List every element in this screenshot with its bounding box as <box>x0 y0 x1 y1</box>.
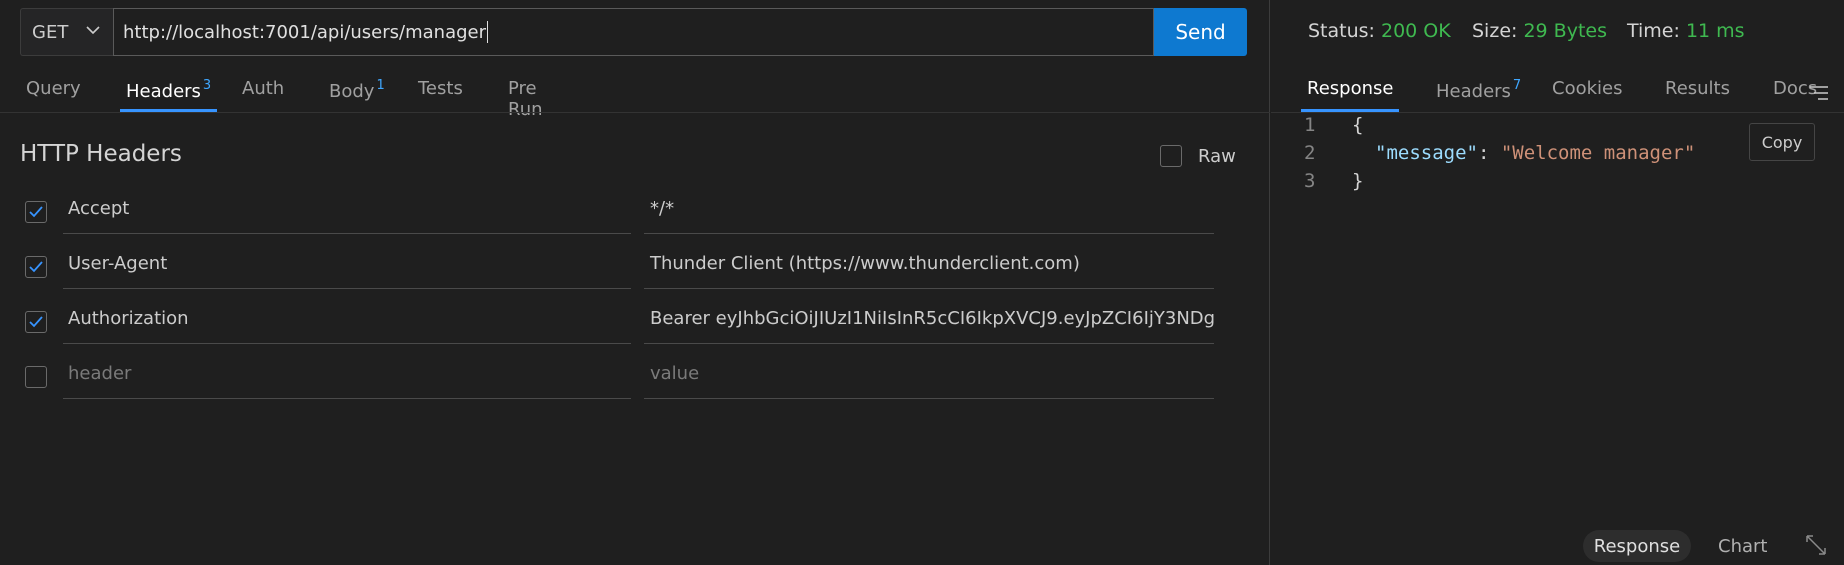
tab-cookies[interactable]: Cookies <box>1552 74 1622 112</box>
tab-response-headers[interactable]: Headers 7 <box>1436 74 1521 112</box>
send-button[interactable]: Send <box>1154 8 1247 56</box>
header-checkbox[interactable] <box>25 201 47 223</box>
time-value: 11 ms <box>1685 20 1745 42</box>
tab-divider <box>0 112 1270 113</box>
header-row: User-Agent Thunder Client (https://www.t… <box>24 243 1214 289</box>
header-key: Accept <box>68 198 130 219</box>
status-info: Status: 200 OK <box>1308 20 1451 42</box>
json-line: "message": "Welcome manager" <box>1375 142 1695 164</box>
check-icon <box>29 206 43 218</box>
time-info: Time: 11 ms <box>1627 20 1745 42</box>
tab-query[interactable]: Query <box>26 74 81 112</box>
response-panel: Status: 200 OK Size: 29 Bytes Time: 11 m… <box>1271 0 1844 565</box>
tab-divider <box>1271 112 1844 113</box>
chevron-down-icon <box>86 26 100 35</box>
header-row: Authorization Bearer eyJhbGciOiJIUzI1NiI… <box>24 298 1214 344</box>
line-number: 2 <box>1304 142 1316 164</box>
status-label: Status: <box>1308 20 1375 42</box>
menu-icon[interactable] <box>1808 84 1830 102</box>
json-key: "message" <box>1375 142 1478 164</box>
method-value: GET <box>32 21 69 43</box>
json-close-brace: } <box>1352 170 1364 192</box>
tab-label: Body <box>329 81 375 102</box>
header-key: Authorization <box>68 308 189 329</box>
bottom-tab-chart[interactable]: Chart <box>1718 530 1767 562</box>
copy-button[interactable]: Copy <box>1749 123 1815 161</box>
json-colon: : <box>1477 142 1501 164</box>
header-value-field[interactable]: value <box>644 353 1214 399</box>
header-key-placeholder: header <box>68 363 132 384</box>
status-value: 200 OK <box>1381 20 1451 42</box>
size-info: Size: 29 Bytes <box>1472 20 1607 42</box>
tab-label: Headers <box>126 81 201 102</box>
tab-label: Cookies <box>1552 78 1623 99</box>
tab-body[interactable]: Body 1 <box>329 74 385 112</box>
header-value-placeholder: value <box>650 363 700 384</box>
tab-tests[interactable]: Tests <box>418 74 463 112</box>
method-select[interactable]: GET <box>20 8 114 56</box>
header-row: Accept */* <box>24 188 1214 234</box>
header-value: Bearer eyJhbGciOiJIUzI1NiIsInR5cCI6IkpXV… <box>650 308 1214 329</box>
bottom-tab-response[interactable]: Response <box>1583 530 1691 562</box>
size-value: 29 Bytes <box>1523 20 1607 42</box>
check-icon <box>29 261 43 273</box>
header-key-field[interactable]: User-Agent <box>63 243 631 289</box>
tab-label: Query <box>26 78 81 99</box>
header-key-field[interactable]: Accept <box>63 188 631 234</box>
tab-badge: 7 <box>1512 78 1522 93</box>
tab-label: Results <box>1665 78 1730 99</box>
header-key-field[interactable]: header <box>63 353 631 399</box>
tab-badge: 3 <box>202 78 212 93</box>
header-value-field[interactable]: */* <box>644 188 1214 234</box>
header-checkbox[interactable] <box>25 366 47 388</box>
size-label: Size: <box>1472 20 1518 42</box>
header-checkbox[interactable] <box>25 311 47 333</box>
json-open-brace: { <box>1352 114 1364 136</box>
tab-label: Response <box>1307 78 1394 99</box>
text-caret <box>487 21 489 43</box>
tab-label: Headers <box>1436 81 1511 102</box>
tab-results[interactable]: Results <box>1665 74 1730 112</box>
tab-headers[interactable]: Headers 3 <box>119 74 218 112</box>
tab-auth[interactable]: Auth <box>242 74 284 112</box>
header-value: */* <box>650 198 675 219</box>
url-value: http://localhost:7001/api/users/manager <box>123 21 487 43</box>
time-label: Time: <box>1627 20 1680 42</box>
check-icon <box>29 316 43 328</box>
header-value-field[interactable]: Bearer eyJhbGciOiJIUzI1NiIsInR5cCI6IkpXV… <box>644 298 1214 344</box>
raw-toggle[interactable]: Raw <box>1160 145 1236 167</box>
url-input[interactable]: http://localhost:7001/api/users/manager <box>113 8 1154 56</box>
tab-badge: 1 <box>376 78 385 93</box>
request-panel: GET http://localhost:7001/api/users/mana… <box>0 0 1270 565</box>
section-title: HTTP Headers <box>20 141 182 167</box>
line-number: 3 <box>1304 170 1316 192</box>
new-header-row: header value <box>24 353 1214 399</box>
raw-checkbox[interactable] <box>1160 145 1182 167</box>
tab-pre-run[interactable]: Pre Run <box>508 74 543 120</box>
header-value-field[interactable]: Thunder Client (https://www.thunderclien… <box>644 243 1214 289</box>
raw-label: Raw <box>1198 145 1236 167</box>
header-key: User-Agent <box>68 253 168 274</box>
tab-label: Pre Run <box>508 78 543 120</box>
tab-response[interactable]: Response <box>1300 74 1400 112</box>
expand-icon[interactable] <box>1804 533 1828 557</box>
header-value: Thunder Client (https://www.thunderclien… <box>650 253 1080 274</box>
header-checkbox[interactable] <box>25 256 47 278</box>
tab-label: Tests <box>418 78 463 99</box>
json-value: "Welcome manager" <box>1500 142 1696 164</box>
line-number: 1 <box>1304 114 1316 136</box>
header-key-field[interactable]: Authorization <box>63 298 631 344</box>
tab-label: Auth <box>242 78 285 99</box>
